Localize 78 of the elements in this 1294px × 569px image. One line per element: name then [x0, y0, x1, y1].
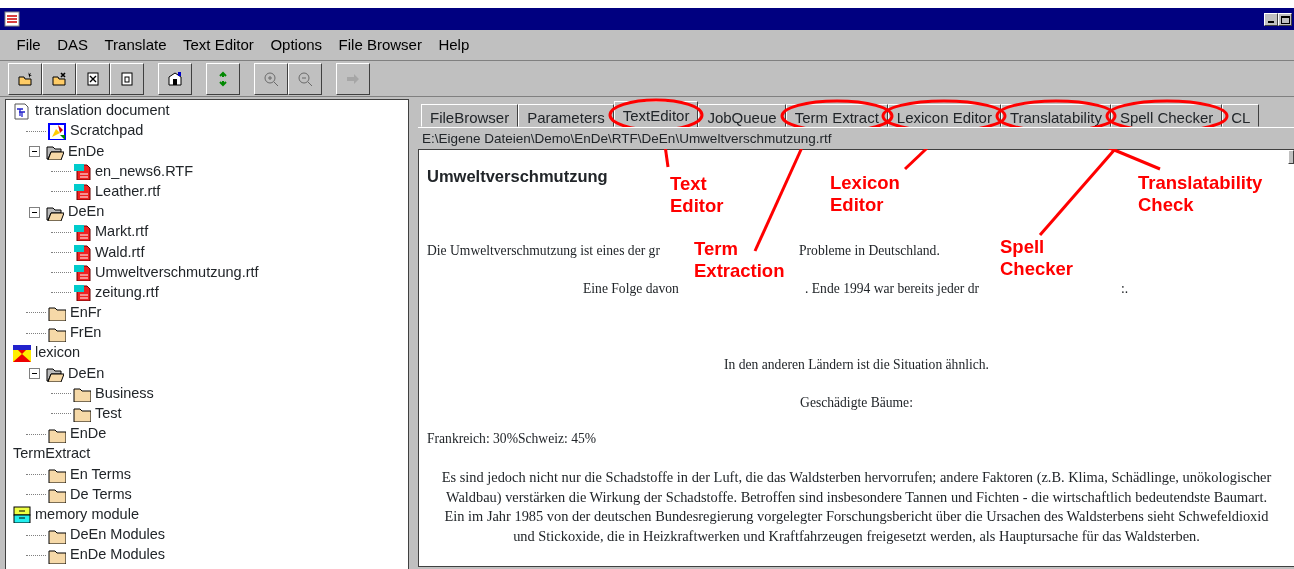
body-text: Die Umweltverschmutzung ist eines der gr — [427, 242, 660, 260]
app-icon — [4, 11, 20, 27]
document-icon — [119, 70, 135, 87]
open-folder-icon — [46, 365, 64, 383]
menu-item[interactable]: File Browser — [330, 33, 430, 57]
zoom-in-icon — [263, 70, 279, 87]
menu-item[interactable]: Options — [261, 33, 331, 57]
close-document-icon — [85, 70, 101, 87]
tree-item[interactable]: EnDe Modules — [70, 544, 166, 567]
tree-item[interactable]: TermExtract — [13, 443, 91, 466]
menu-item[interactable]: Translate — [96, 33, 175, 57]
toolbar-button[interactable] — [110, 62, 144, 95]
menu-item[interactable]: Text Editor — [174, 33, 262, 57]
lexicon-icon — [13, 344, 31, 362]
tree-item[interactable]: En Terms — [70, 463, 131, 486]
menu-item[interactable]: Help — [429, 33, 478, 57]
tree-item[interactable]: DeEn — [68, 201, 105, 223]
tree-item[interactable]: Business — [95, 382, 154, 405]
rtf-file-icon — [73, 243, 91, 261]
rtf-file-icon — [73, 284, 91, 302]
folder-icon — [48, 486, 66, 504]
tab[interactable]: Parameters — [518, 104, 614, 127]
body-text: Es sind jedoch nicht nur die Schadstoffe in der Luft, die das Waldsterben hervorrufen; andere Faktoren (z.B. Klima, Schädlinge, unökologischer Waldbau) verstärken die Wirkung der Schadstoffe. Betroffen sind insbesondere Tannen und Fichten - die wirtschaftlich bedeutendste Baumart. Ein im Jahr 1985 von der deutschen Bundesregierung vorgelegter Forschungsbericht über die Ursachen des Waldsterbens sieht Schwefeldioxid und Stickoxide, die in Heizkraftwerken und Kraftfahrzeugen freigesetzt werden, als Hauptursache für das Waldsterben. — [440, 468, 1273, 546]
toolbar-button[interactable] — [158, 62, 192, 95]
tree-item[interactable]: lexicon — [35, 342, 81, 365]
tree-item[interactable]: zeitung.rtf — [95, 281, 159, 304]
folder-icon — [48, 304, 66, 322]
tab[interactable]: CL — [1222, 104, 1260, 127]
scrollbar[interactable] — [1288, 150, 1294, 164]
body-text: . Ende 1994 war bereits jeder dr — [805, 280, 979, 298]
tree-item[interactable]: Umweltverschmutzung.rtf — [95, 261, 259, 284]
tab[interactable]: JobQueue — [698, 104, 786, 127]
body-text: In den anderen Ländern ist die Situation ähnlich. — [723, 356, 990, 374]
tree-item[interactable]: EnDe — [68, 140, 105, 163]
tab[interactable]: FileBrowser — [421, 104, 519, 127]
tree-item[interactable]: memory module — [35, 503, 139, 526]
body-text: Frankreich: 30%Schweiz: 45% — [427, 430, 598, 448]
tree-item[interactable]: Scratchpad — [70, 120, 144, 143]
body-text: Probleme in Deutschland. — [799, 242, 940, 260]
tree-item[interactable]: De Terms — [70, 483, 132, 506]
menu-item[interactable]: File — [8, 33, 49, 57]
maximize-button[interactable] — [1278, 12, 1292, 26]
tree-item[interactable]: translation document — [35, 100, 170, 122]
folder-icon — [17, 70, 33, 87]
scratchpad-icon — [48, 122, 66, 140]
tree-item[interactable]: FrEn — [70, 322, 102, 345]
tree-item[interactable]: DeEn — [68, 362, 105, 385]
tree-item[interactable]: Wald.rtf — [95, 241, 145, 264]
body-text: Geschädigte Bäume: — [799, 394, 914, 412]
expander-toggle[interactable] — [29, 206, 40, 218]
menu-item[interactable]: DAS — [48, 33, 96, 57]
rtf-file-icon — [73, 163, 91, 181]
toolbar-button[interactable] — [76, 62, 110, 95]
folder-icon — [73, 385, 91, 403]
toolbar-button[interactable] — [8, 62, 42, 95]
folder-icon — [51, 70, 67, 87]
tree-item[interactable]: Markt.rtf — [95, 221, 149, 244]
toolbar-button[interactable] — [42, 62, 76, 95]
document-heading: Umweltverschmutzung — [427, 166, 608, 186]
expander-toggle[interactable] — [29, 145, 40, 157]
tree-item[interactable]: EnFr — [70, 302, 102, 324]
minimize-button[interactable] — [1264, 12, 1278, 26]
tree-item[interactable]: Test — [95, 403, 122, 425]
tree-item[interactable]: Leather.rtf — [95, 180, 161, 203]
rtf-file-icon — [73, 264, 91, 282]
rtf-file-icon — [73, 183, 91, 201]
body-text: :. — [1121, 280, 1129, 298]
memory-module-icon — [13, 506, 31, 524]
body-text: Eine Folge davon — [583, 280, 679, 298]
tree-item[interactable]: EnDe — [70, 423, 107, 445]
zoom-out-icon — [297, 70, 313, 87]
rtf-file-icon — [73, 223, 91, 241]
expander-toggle[interactable] — [29, 368, 40, 380]
folder-icon — [73, 405, 91, 423]
document-icon — [13, 102, 31, 120]
tree-item[interactable]: en_news6.RTF — [95, 160, 194, 183]
toolbar-button[interactable] — [206, 62, 240, 95]
tree-item[interactable]: DeEn Modules — [70, 524, 166, 546]
